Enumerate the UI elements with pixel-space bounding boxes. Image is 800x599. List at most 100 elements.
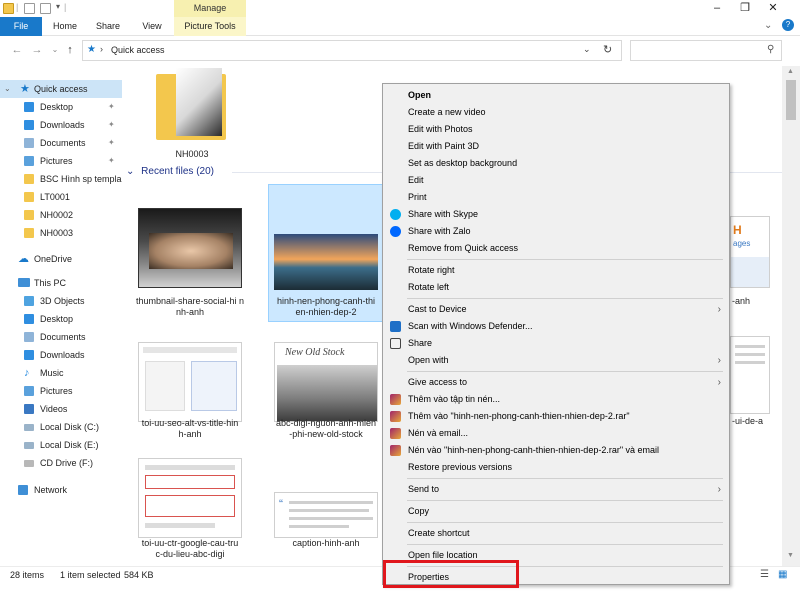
address-dropdown-icon[interactable]: ⌄ [583,44,591,55]
sidebar-item-lt0001[interactable]: LT0001 [0,188,122,206]
menu-item-add-rar[interactable]: Thêm vào "hinh-nen-phong-canh-thien-nhie… [383,408,729,425]
sidebar-item-pc-documents[interactable]: Documents [0,328,122,346]
menu-item-create-shortcut[interactable]: Create shortcut [383,525,729,542]
file-thumbnail-seo[interactable] [138,342,242,422]
file-name-line1: thumbnail-share-social-hi n [135,296,245,306]
help-icon[interactable]: ? [782,19,794,31]
menu-item-compress-rar-email[interactable]: Nén vào "hinh-nen-phong-canh-thien-nhien… [383,442,729,459]
file-thumbnail-old-stock[interactable]: New Old Stock [274,342,378,422]
menu-item-send-to[interactable]: Send to › [383,481,729,498]
recent-locations-icon[interactable]: ⌄ [48,43,62,57]
doc-line [289,525,349,528]
menu-item-copy[interactable]: Copy [383,503,729,520]
sidebar-item-this-pc[interactable]: This PC [0,274,122,292]
refresh-icon[interactable]: ↻ [603,43,612,56]
menu-item-open[interactable]: Open [383,87,729,104]
scrollbar-thumb[interactable] [786,80,796,120]
file-thumbnail-ctr[interactable] [138,458,242,538]
menu-item-restore-versions[interactable]: Restore previous versions [383,459,729,476]
vertical-scrollbar[interactable]: ▲ ▼ [782,66,800,566]
sidebar-item-documents[interactable]: Documents ✦ [0,134,122,152]
tab-view[interactable]: View [134,17,170,36]
doc-line [735,353,765,356]
sidebar-item-pc-downloads[interactable]: Downloads [0,346,122,364]
menu-separator [407,371,723,372]
search-icon[interactable]: ⚲ [767,44,774,55]
large-icons-view-icon[interactable]: ▦ [778,569,787,580]
sidebar-item-cd-drive-f[interactable]: CD Drive (F:) [0,454,122,472]
new-folder-icon[interactable] [40,3,51,14]
breadcrumb-quick-access[interactable]: Quick access [111,45,165,55]
menu-item-print[interactable]: Print [383,189,729,206]
details-view-icon[interactable]: ☰ [760,569,769,580]
tab-picture-tools[interactable]: Picture Tools [174,17,246,36]
sidebar-item-desktop[interactable]: Desktop ✦ [0,98,122,116]
chevron-down-icon[interactable]: ⌄ [126,166,134,177]
sidebar-item-pc-pictures[interactable]: Pictures [0,382,122,400]
menu-item-remove-quick-access[interactable]: Remove from Quick access [383,240,729,257]
forward-icon[interactable]: → [30,43,44,57]
sidebar-item-quick-access[interactable]: ⌄ ★ Quick access [0,80,122,98]
scroll-up-icon[interactable]: ▲ [787,68,794,75]
sidebar-item-bsc-hinh[interactable]: BSC Hình sp templa [0,170,122,188]
sidebar-item-nh0002[interactable]: NH0002 [0,206,122,224]
sidebar-item-pc-desktop[interactable]: Desktop [0,310,122,328]
close-icon[interactable]: ✕ [759,0,787,17]
file-thumbnail-landscape[interactable] [274,234,378,290]
menu-item-rotate-right[interactable]: Rotate right [383,262,729,279]
menu-item-cast-to-device[interactable]: Cast to Device › [383,301,729,318]
menu-item-share-zalo[interactable]: Share with Zalo [383,223,729,240]
menu-item-label: Give access to [408,377,468,387]
menu-item-scan-defender[interactable]: Scan with Windows Defender... [383,318,729,335]
scroll-down-icon[interactable]: ▼ [787,552,794,559]
sidebar-item-label: Local Disk (E:) [40,440,99,450]
sidebar-item-network[interactable]: Network [0,481,122,499]
back-icon[interactable]: ← [10,43,24,57]
address-bar[interactable]: ★ › Quick access ⌄ ↻ [82,40,622,61]
sidebar-item-onedrive[interactable]: ☁ OneDrive [0,250,122,268]
sidebar-item-nh0003[interactable]: NH0003 [0,224,122,242]
file-thumbnail-caption[interactable]: “ [274,492,378,538]
file-thumbnail-social[interactable] [138,208,242,288]
menu-item-share[interactable]: Share [383,335,729,352]
manage-context-tab[interactable]: Manage [174,0,246,17]
sidebar-item-3d-objects[interactable]: 3D Objects [0,292,122,310]
menu-item-edit-paint3d[interactable]: Edit with Paint 3D [383,138,729,155]
recent-files-header[interactable]: ⌄ Recent files (20) [126,166,214,177]
tab-share[interactable]: Share [88,17,128,36]
menu-item-open-with[interactable]: Open with › [383,352,729,369]
menu-item-give-access[interactable]: Give access to › [383,374,729,391]
menu-item-share-skype[interactable]: Share with Skype [383,206,729,223]
folder-tile[interactable] [152,66,232,146]
tab-file[interactable]: File [0,17,42,36]
sidebar-item-videos[interactable]: Videos [0,400,122,418]
tab-home[interactable]: Home [46,17,84,36]
properties-icon[interactable] [24,3,35,14]
minimize-icon[interactable]: – [703,0,731,17]
sidebar-item-local-disk-c[interactable]: Local Disk (C:) [0,418,122,436]
file-name: caption-hinh-anh [264,538,388,549]
menu-item-add-archive[interactable]: Thêm vào tập tin nén... [383,391,729,408]
expand-ribbon-icon[interactable]: ⌄ [764,20,772,31]
customize-toolbar-icon[interactable]: ▾ [56,2,60,11]
chevron-down-icon[interactable]: ⌄ [4,80,11,98]
breadcrumb-chevron-icon[interactable]: › [100,44,103,54]
maximize-icon[interactable]: ❐ [731,0,759,17]
up-icon[interactable]: ↑ [63,43,77,57]
zalo-icon [390,226,401,237]
sidebar-item-music[interactable]: ♪ Music [0,364,122,382]
file-thumbnail-partial[interactable] [730,336,770,414]
menu-item-compress-email[interactable]: Nén và email... [383,425,729,442]
menu-item-rotate-left[interactable]: Rotate left [383,279,729,296]
menu-item-set-desktop-background[interactable]: Set as desktop background [383,155,729,172]
documents-icon [24,332,34,342]
sidebar-item-downloads[interactable]: Downloads ✦ [0,116,122,134]
sidebar-item-local-disk-e[interactable]: Local Disk (E:) [0,436,122,454]
menu-item-create-video[interactable]: Create a new video [383,104,729,121]
file-thumbnail-partial[interactable]: H ages [730,216,770,288]
navigation-pane: ⌄ ★ Quick access Desktop ✦ Downloads ✦ D… [0,76,122,566]
menu-item-edit-photos[interactable]: Edit with Photos [383,121,729,138]
sidebar-item-pictures[interactable]: Pictures ✦ [0,152,122,170]
menu-item-edit[interactable]: Edit [383,172,729,189]
search-input[interactable]: ⚲ [630,40,782,61]
